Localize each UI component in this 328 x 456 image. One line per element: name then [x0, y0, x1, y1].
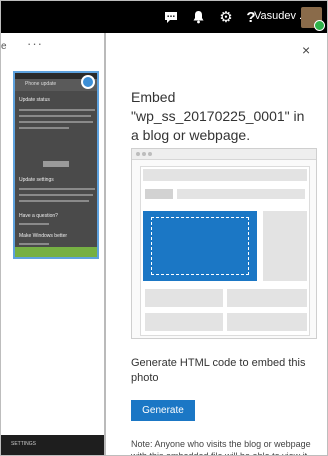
thumbnail-button — [43, 161, 69, 167]
generate-description: Generate HTML code to embed this photo — [131, 357, 306, 384]
text-line — [19, 109, 95, 111]
thumbnail-heading: Update status — [19, 97, 50, 103]
illustration-block — [263, 211, 307, 281]
generate-button[interactable]: Generate — [131, 400, 195, 421]
more-icon[interactable]: ··· — [27, 36, 43, 51]
background-photo-view: e ··· Phone update Update status Update … — [1, 33, 104, 455]
illustration-block — [145, 189, 173, 199]
chat-icon[interactable] — [161, 7, 181, 27]
text-line — [19, 194, 93, 196]
status-badge — [314, 20, 325, 31]
text-line — [19, 200, 89, 202]
embed-title: Embed "wp_ss_20170225_0001" in a blog or… — [131, 89, 305, 143]
thumbnail-header-text: Phone update — [25, 81, 57, 87]
thumbnail-heading: Have a question? — [19, 213, 58, 219]
illustration-embed-area — [143, 211, 257, 281]
thumbnail-heading: Make Windows better — [19, 233, 68, 239]
illustration-dashed-frame — [151, 217, 249, 275]
embed-panel: × Embed "wp_ss_20170225_0001" in a blog … — [106, 33, 327, 455]
illustration-dot — [148, 152, 152, 156]
text-line — [19, 127, 69, 129]
illustration-page — [140, 166, 310, 336]
illustration-block — [143, 169, 307, 181]
illustration-block — [177, 189, 305, 199]
thumbnail-strip[interactable]: SETTINGS — [1, 435, 104, 455]
illustration-dot — [136, 152, 140, 156]
illustration-block — [227, 289, 307, 307]
photo-thumbnail[interactable]: Phone update Update status Update settin… — [13, 71, 99, 259]
background-label: e — [1, 41, 7, 52]
user-name[interactable]: Vasudev . — [254, 10, 302, 22]
window-frame: ⚙ ? Vasudev . e ··· Phone update Update … — [0, 0, 328, 456]
text-line — [19, 223, 49, 225]
top-bar: ⚙ ? Vasudev . — [1, 1, 327, 33]
text-line — [19, 188, 95, 190]
check-icon — [81, 75, 95, 89]
text-line — [19, 243, 49, 245]
illustration-block — [145, 313, 223, 331]
embed-note: Note: Anyone who visits the blog or webp… — [131, 439, 311, 456]
thumbnail-heading: Update settings — [19, 177, 54, 183]
illustration-block — [227, 313, 307, 331]
illustration-browser-bar — [132, 149, 316, 160]
text-line — [19, 115, 91, 117]
gear-icon[interactable]: ⚙ — [216, 7, 236, 27]
thumbnail-app-bar — [15, 247, 97, 257]
text-line — [19, 121, 93, 123]
illustration-dot — [142, 152, 146, 156]
thumbnail-strip-label: SETTINGS — [11, 441, 37, 447]
close-icon[interactable]: × — [302, 42, 310, 58]
illustration-block — [145, 289, 223, 307]
embed-illustration — [131, 148, 317, 339]
bell-icon[interactable] — [188, 7, 208, 27]
